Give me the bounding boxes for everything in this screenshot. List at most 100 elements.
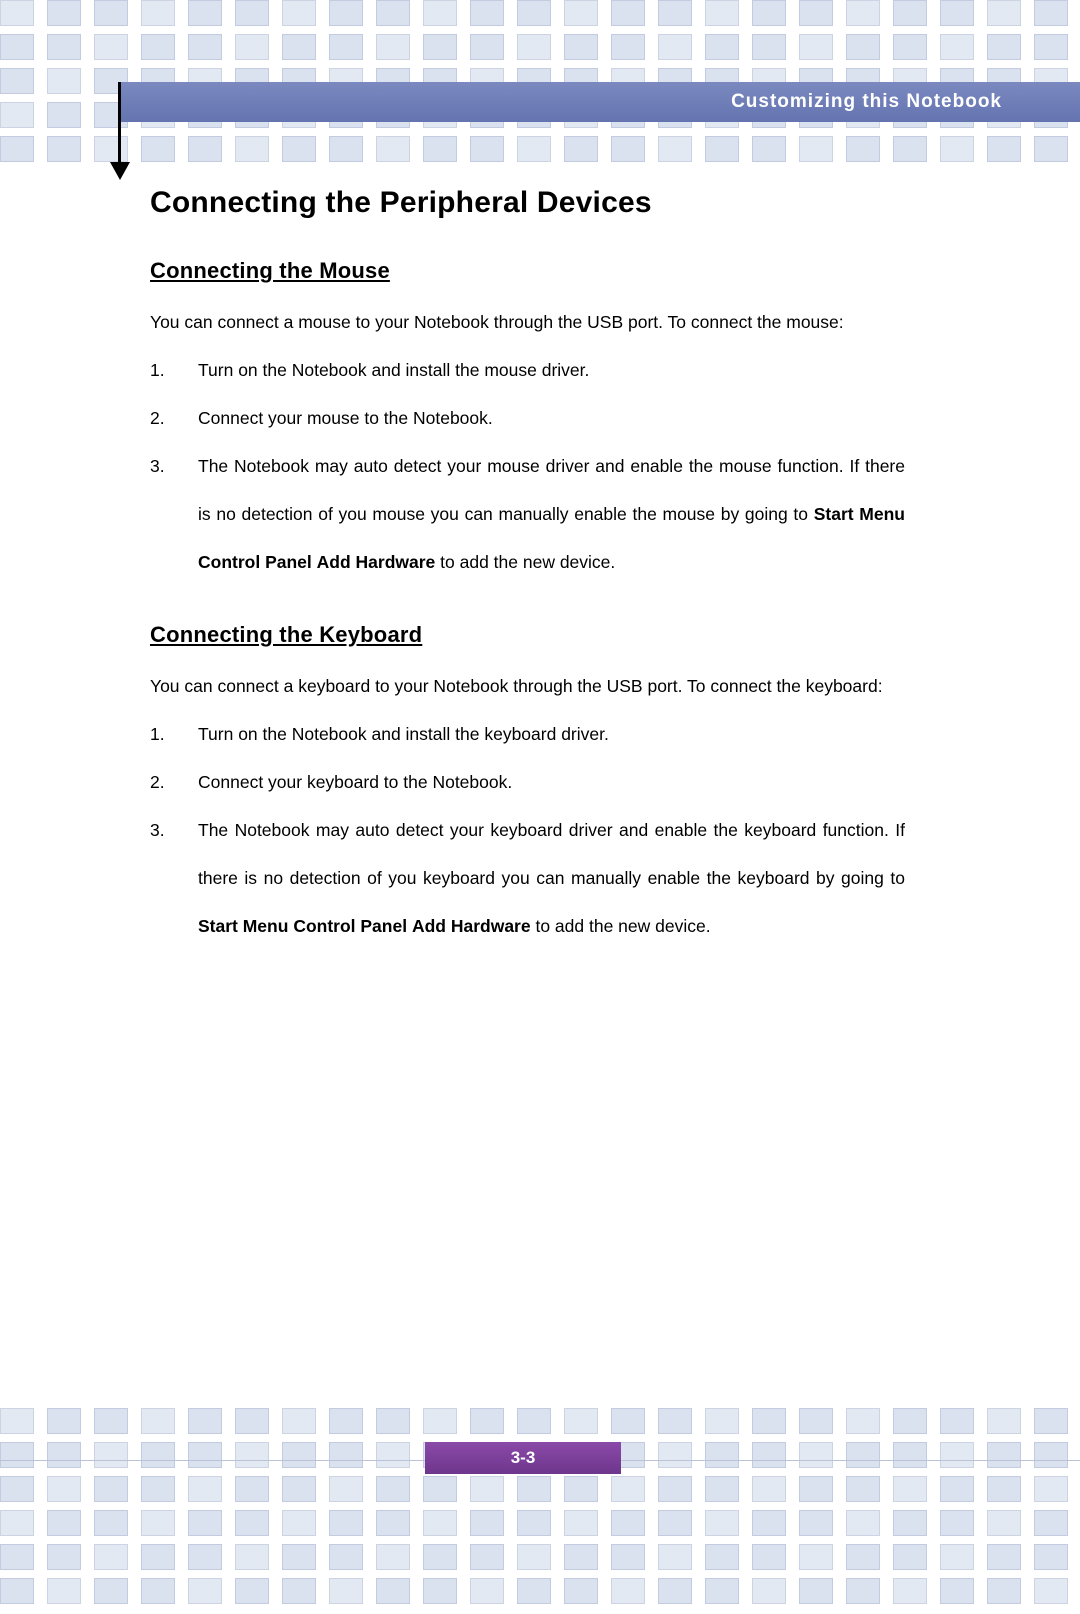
decor-square	[188, 1476, 222, 1502]
decor-square	[94, 0, 128, 26]
decor-square-row	[0, 1408, 1080, 1442]
step-item: 3. The Notebook may auto detect your keyb…	[150, 806, 905, 950]
decor-square	[658, 1578, 692, 1604]
decor-square	[893, 1442, 927, 1468]
decor-square	[658, 136, 692, 162]
decor-square	[329, 1578, 363, 1604]
decor-square	[987, 136, 1021, 162]
decor-square	[752, 1578, 786, 1604]
decorative-square-grid-bottom	[0, 1408, 1080, 1612]
decor-square	[611, 34, 645, 60]
decor-square	[423, 1408, 457, 1434]
decor-square	[47, 1442, 81, 1468]
decor-square	[47, 1510, 81, 1536]
decor-square-row	[0, 1476, 1080, 1510]
decor-square	[423, 1510, 457, 1536]
decor-square-row	[0, 1544, 1080, 1578]
decor-square	[940, 1510, 974, 1536]
decor-square	[47, 1544, 81, 1570]
decor-square	[470, 136, 504, 162]
plain-text: Turn on the Notebook and install the mou…	[198, 360, 590, 380]
step-item: 1. Turn on the Notebook and install the k…	[150, 710, 905, 758]
emphasis-text: Add Hardware	[316, 552, 436, 572]
decor-square	[188, 1408, 222, 1434]
decor-square	[235, 0, 269, 26]
decor-square	[1034, 136, 1068, 162]
decor-square	[517, 1544, 551, 1570]
decor-square	[47, 0, 81, 26]
decor-square	[564, 1510, 598, 1536]
decor-square	[329, 1510, 363, 1536]
emphasis-text: Control Panel	[198, 552, 312, 572]
plain-text: Connect your mouse to the Notebook.	[198, 408, 493, 428]
decor-square	[470, 0, 504, 26]
decor-square	[235, 1578, 269, 1604]
decor-square	[517, 34, 551, 60]
decor-square	[752, 34, 786, 60]
section-intro-paragraph: You can connect a mouse to your Notebook…	[150, 312, 844, 332]
decor-square	[940, 1408, 974, 1434]
decor-square	[329, 0, 363, 26]
decor-square	[846, 1544, 880, 1570]
decor-square	[611, 1408, 645, 1434]
decor-square	[752, 1544, 786, 1570]
decor-square	[1034, 1510, 1068, 1536]
decor-square	[799, 1510, 833, 1536]
decor-square	[329, 1476, 363, 1502]
decor-square	[705, 1578, 739, 1604]
decor-square	[893, 34, 927, 60]
decor-square	[376, 1476, 410, 1502]
decor-square	[0, 1544, 34, 1570]
decor-square	[611, 1510, 645, 1536]
emphasis-text: Add Hardware	[411, 916, 531, 936]
page-number-badge: 3-3	[425, 1442, 621, 1474]
decor-square	[0, 34, 34, 60]
section-heading: Connecting the Mouse	[150, 258, 390, 283]
left-margin-rule	[118, 82, 121, 167]
step-text: Connect your keyboard to the Notebook.	[198, 772, 512, 792]
decor-square	[0, 1408, 34, 1434]
decor-square	[0, 0, 34, 26]
decor-square	[752, 1442, 786, 1468]
decor-square	[705, 1476, 739, 1502]
decor-square	[235, 1510, 269, 1536]
step-text: Turn on the Notebook and install the mou…	[198, 360, 589, 380]
decor-square	[47, 68, 81, 94]
decor-square	[94, 1442, 128, 1468]
decor-square	[658, 1510, 692, 1536]
step-number: 2.	[150, 772, 165, 792]
decor-square	[1034, 1544, 1068, 1570]
decor-square	[846, 1442, 880, 1468]
decor-square	[188, 1544, 222, 1570]
decor-square	[658, 1544, 692, 1570]
emphasis-text: Start Menu	[813, 504, 905, 524]
decor-square	[235, 136, 269, 162]
plain-text: The Notebook may auto detect your keyboa…	[198, 820, 905, 888]
decor-square	[47, 136, 81, 162]
step-text: Turn on the Notebook and install the key…	[198, 724, 609, 744]
decor-square	[188, 34, 222, 60]
decor-square	[658, 1442, 692, 1468]
decor-square	[846, 1578, 880, 1604]
decor-square	[282, 136, 316, 162]
decor-square	[282, 1408, 316, 1434]
decor-square	[47, 34, 81, 60]
decor-square	[282, 1510, 316, 1536]
decor-square	[470, 1476, 504, 1502]
decor-square	[940, 0, 974, 26]
decor-square	[564, 1408, 598, 1434]
decor-square	[940, 1544, 974, 1570]
decor-square	[94, 136, 128, 162]
decor-square	[94, 1578, 128, 1604]
decor-square	[423, 34, 457, 60]
decor-square	[658, 34, 692, 60]
decor-square	[329, 34, 363, 60]
decor-square	[705, 1408, 739, 1434]
decor-square	[0, 136, 34, 162]
page-number: 3-3	[510, 1448, 536, 1467]
decor-square	[0, 1442, 34, 1468]
decor-square	[235, 1544, 269, 1570]
decor-square	[658, 0, 692, 26]
decor-square	[470, 1544, 504, 1570]
